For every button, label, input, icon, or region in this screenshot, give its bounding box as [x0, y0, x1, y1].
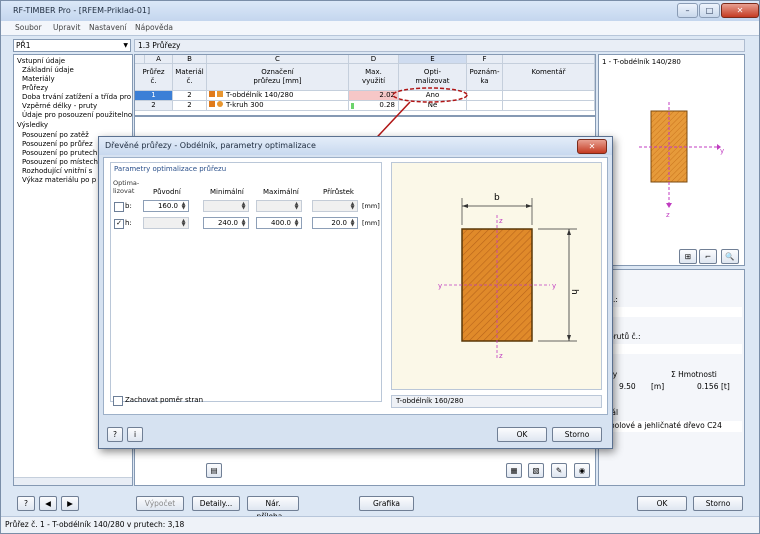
- dialog-body: Parametry optimalizace průřezu Optima-li…: [103, 157, 608, 415]
- group-title: Parametry optimalizace průřezu: [114, 165, 227, 173]
- dialog-help-icon[interactable]: ?: [107, 427, 123, 442]
- optimize-h-checkbox[interactable]: ✓: [114, 219, 124, 229]
- h-unit: [mm]: [362, 219, 380, 227]
- h-original-input[interactable]: ▲ ▼: [143, 217, 189, 229]
- dim-b-text: b: [494, 193, 500, 203]
- col-increment-label: Přírůstek: [323, 188, 354, 196]
- section-caption: T-obdélník 160/280: [391, 395, 602, 408]
- axis-z-bottom: z: [499, 352, 503, 360]
- col-max-label: Maximální: [263, 188, 299, 196]
- section-svg: b h y y z z: [438, 193, 579, 360]
- axis-y-left: y: [438, 282, 442, 290]
- keep-ratio-checkbox[interactable]: [113, 396, 123, 406]
- dim-h-label: h:: [125, 219, 132, 227]
- b-min-input[interactable]: ▲ ▼: [203, 200, 249, 212]
- h-min-input[interactable]: 240.0 ▲ ▼: [203, 217, 249, 229]
- dialog-ok-button[interactable]: OK: [497, 427, 547, 442]
- h-increment-input[interactable]: 20.0 ▲ ▼: [312, 217, 358, 229]
- b-unit: [mm]: [362, 202, 380, 210]
- optimization-dialog: Dřevěné průřezy - Obdélník, parametry op…: [98, 136, 613, 449]
- dialog-cancel-button[interactable]: Storno: [552, 427, 602, 442]
- optimization-group: Parametry optimalizace průřezu Optima-li…: [110, 162, 382, 402]
- dim-h-text: h: [569, 289, 579, 295]
- keep-ratio-label: Zachovat poměr stran: [125, 396, 204, 404]
- dialog-title-bar: Dřevěné průřezy - Obdélník, parametry op…: [99, 137, 612, 155]
- col-optimize-label: Optima-lizovat: [113, 179, 140, 195]
- dim-b-label: b:: [125, 202, 132, 210]
- h-max-input[interactable]: 400.0 ▲ ▼: [256, 217, 302, 229]
- section-drawing: b h y y z z: [391, 162, 602, 390]
- dialog-info-icon[interactable]: i: [127, 427, 143, 442]
- col-original-label: Původní: [153, 188, 181, 196]
- highlight-ellipse: [392, 87, 468, 103]
- optimize-b-checkbox[interactable]: [114, 202, 124, 212]
- dialog-title: Dřevěné průřezy - Obdélník, parametry op…: [105, 141, 316, 150]
- b-increment-input[interactable]: ▲ ▼: [312, 200, 358, 212]
- b-max-input[interactable]: ▲ ▼: [256, 200, 302, 212]
- b-original-input[interactable]: 160.0 ▲ ▼: [143, 200, 189, 212]
- axis-z-top: z: [499, 217, 503, 225]
- dialog-close-button[interactable]: ✕: [577, 139, 607, 154]
- axis-y-right: y: [552, 282, 556, 290]
- col-min-label: Minimální: [210, 188, 244, 196]
